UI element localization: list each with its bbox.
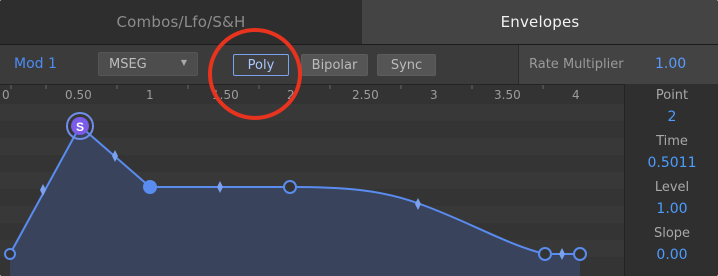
rate-multiplier-control[interactable]: Rate Multiplier 1.00 [518,45,718,85]
rate-multiplier-label: Rate Multiplier [529,57,624,72]
point-inspector-panel: Point 2 Time 0.5011 Level 1.00 Slope 0.0… [624,84,718,276]
envelope-canvas: S [0,104,624,276]
level-label: Level [654,180,690,195]
envelope-graph[interactable]: S [0,104,624,276]
envelope-point[interactable] [283,180,297,194]
sustain-marker-label: S [76,120,84,134]
envelope-point-selected[interactable] [143,180,157,194]
tab-envelopes[interactable]: Envelopes [362,0,718,44]
poly-button[interactable]: Poly [233,54,289,76]
ruler-ticks [10,85,544,89]
time-value[interactable]: 0.5011 [625,155,718,171]
level-value[interactable]: 1.00 [625,201,718,217]
mseg-dropdown[interactable]: MSEG ▼ [98,52,198,76]
time-ruler[interactable]: 0 0.50 1 1.50 2 2.50 3 3.50 4 [0,84,624,105]
mod-label: Mod 1 [14,56,57,72]
sync-button[interactable]: Sync [377,54,436,76]
time-label: Time [656,134,688,149]
bipolar-button[interactable]: Bipolar [301,54,368,76]
sync-button-label: Sync [390,57,423,73]
tab-combos-lfo-sh[interactable]: Combos/Lfo/S&H [0,0,362,44]
point-value[interactable]: 2 [625,109,718,125]
bipolar-button-label: Bipolar [311,57,358,73]
envelope-point-start[interactable] [4,248,16,260]
poly-button-label: Poly [247,57,275,73]
slope-value[interactable]: 0.00 [625,247,718,263]
tab-combos-label: Combos/Lfo/S&H [116,13,246,31]
mseg-dropdown-value: MSEG [109,56,147,72]
caret-down-icon: ▼ [180,58,187,67]
point-label: Point [655,88,689,103]
envelope-point-end[interactable] [573,247,587,261]
slope-label: Slope [653,226,691,241]
envelope-editor-window: Combos/Lfo/S&H Envelopes Mod 1 MSEG ▼ Po… [0,0,718,276]
rate-multiplier-value[interactable]: 1.00 [655,56,686,72]
envelope-point[interactable] [538,247,552,261]
tab-envelopes-label: Envelopes [500,13,580,31]
envelope-toolbar: Mod 1 MSEG ▼ Poly Bipolar Sync Rate Mult… [0,44,718,85]
